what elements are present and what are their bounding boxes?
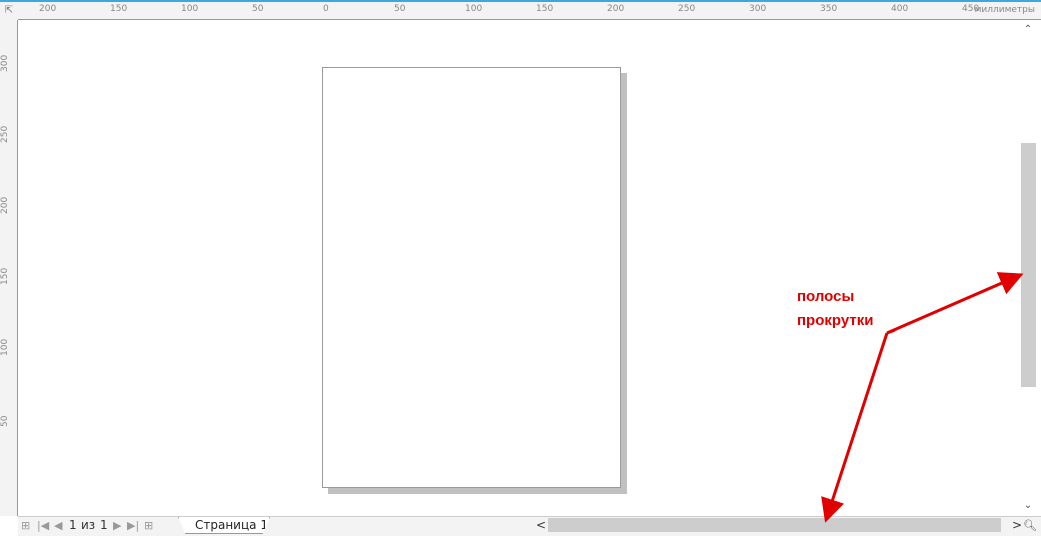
arrow-to-vertical-scrollbar xyxy=(886,272,1024,335)
annotation-arrows xyxy=(821,272,1024,523)
arrow-to-horizontal-scrollbar xyxy=(821,332,889,523)
